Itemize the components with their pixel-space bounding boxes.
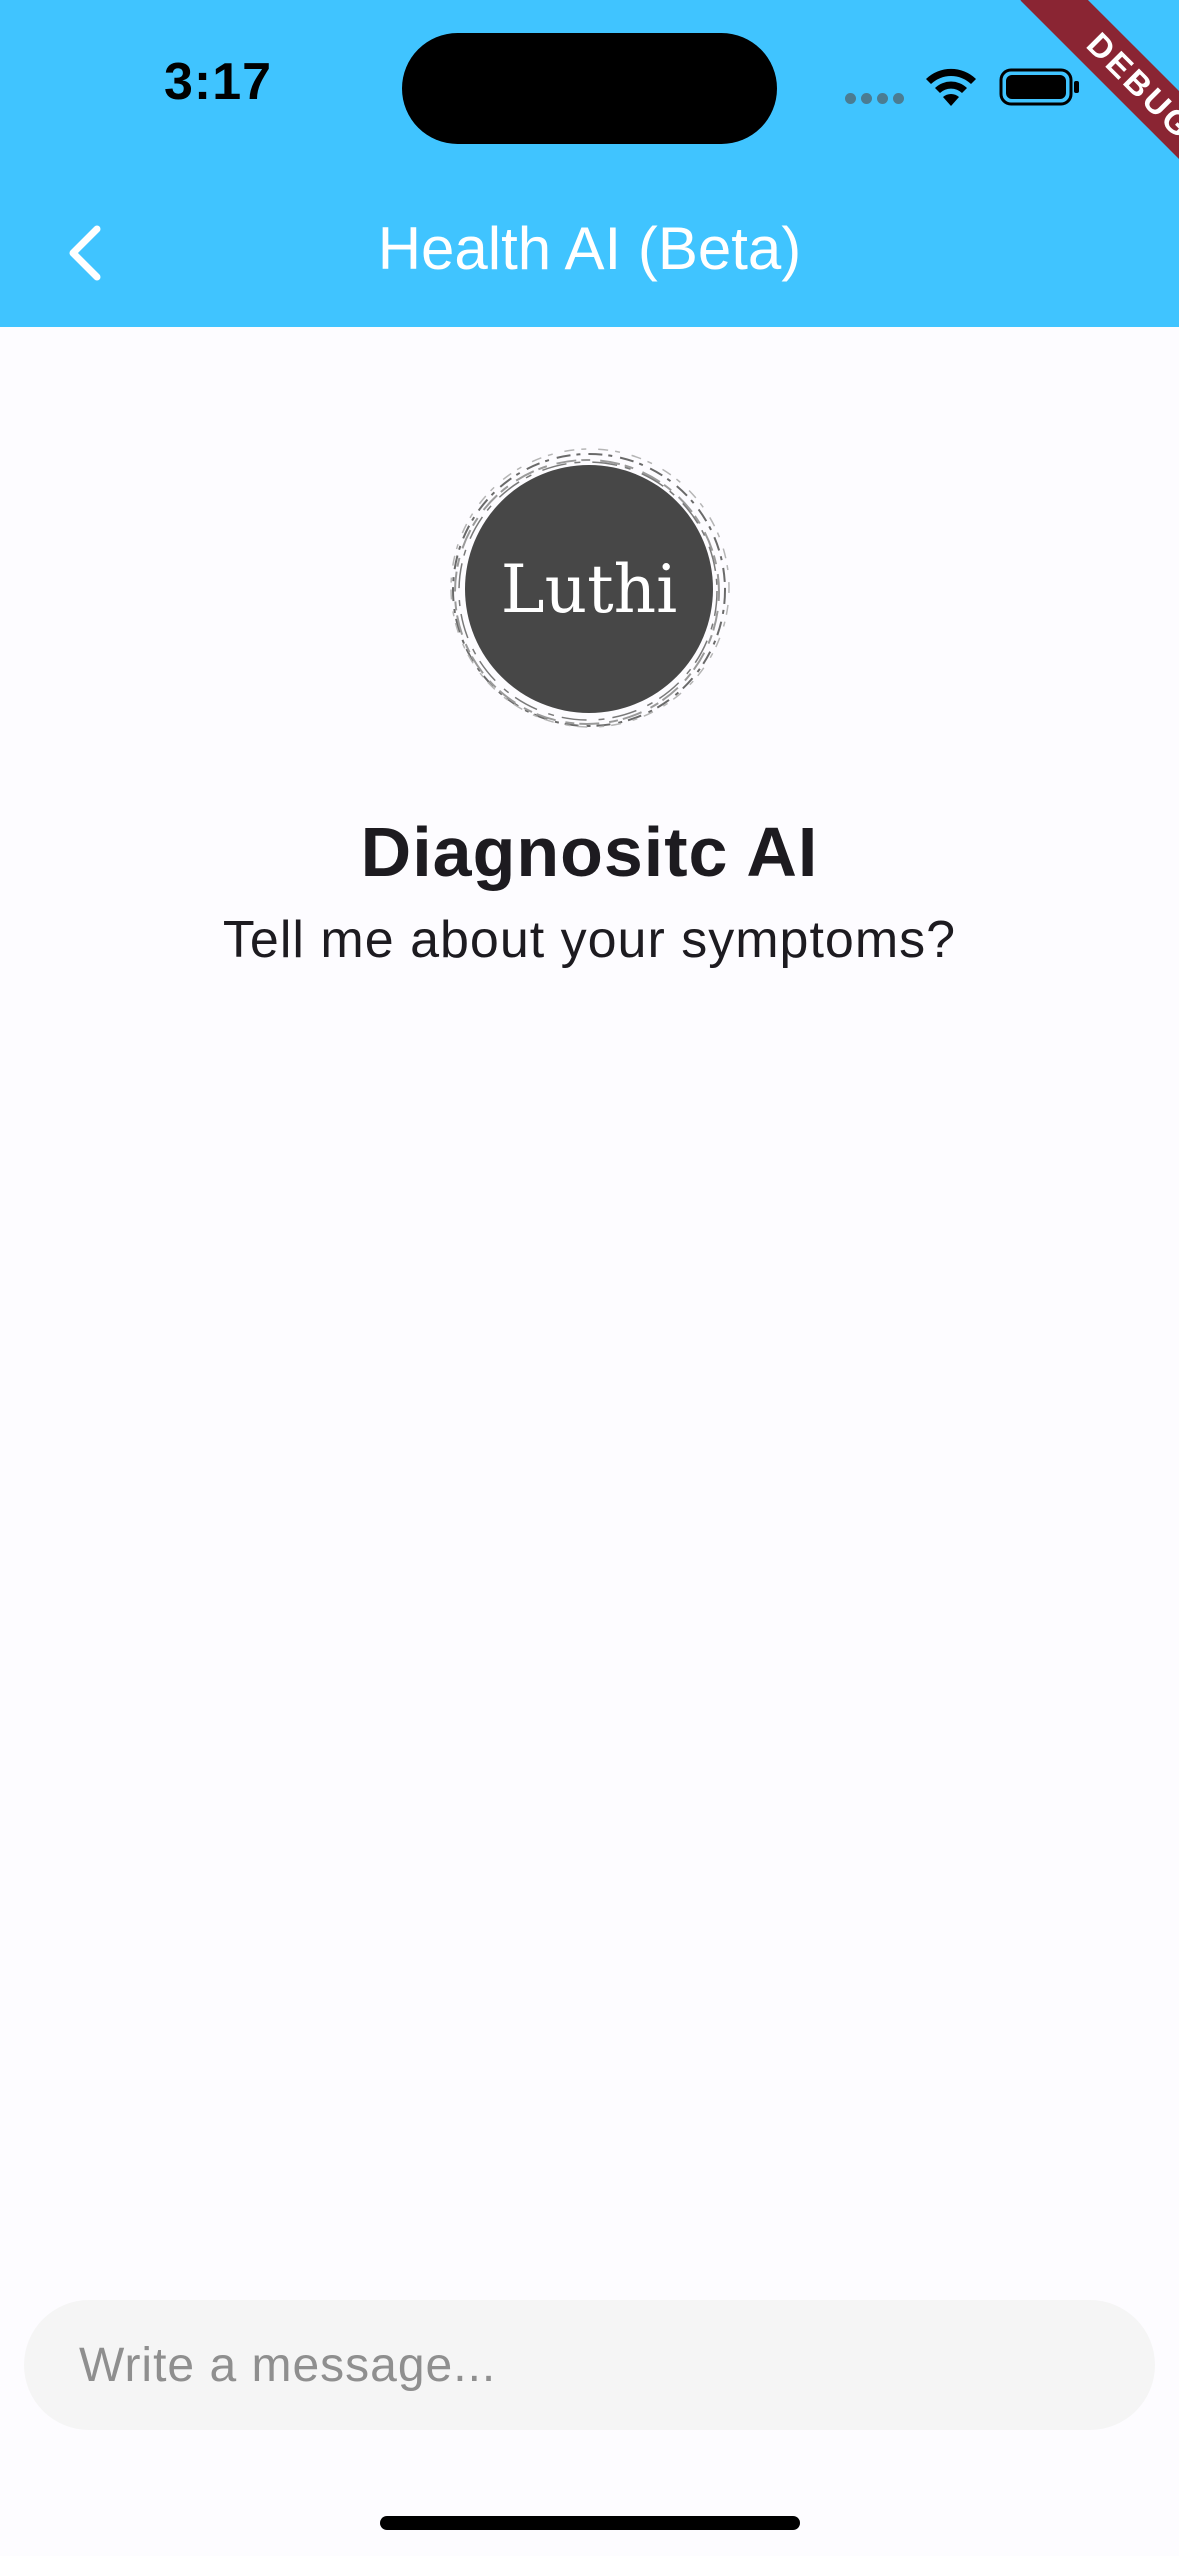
message-input[interactable] — [24, 2300, 1155, 2430]
avatar-circle: Luthi — [465, 465, 713, 713]
debug-banner: DEBUG — [979, 0, 1179, 200]
home-indicator — [380, 2516, 800, 2530]
status-time: 3:17 — [164, 53, 273, 111]
intro-title: Diagnositc AI — [360, 813, 819, 891]
app-bar: 3:17 DEBUG Health AI (Beta) — [0, 0, 1179, 327]
intro-subtitle: Tell me about your symptoms? — [222, 911, 957, 969]
debug-label: DEBUG — [1020, 0, 1179, 200]
avatar-label: Luthi — [500, 550, 678, 628]
dynamic-island — [402, 33, 777, 144]
signal-dots-icon — [845, 93, 905, 105]
wifi-icon — [926, 68, 976, 106]
avatar: Luthi — [443, 445, 733, 735]
page-title: Health AI (Beta) — [377, 215, 802, 282]
